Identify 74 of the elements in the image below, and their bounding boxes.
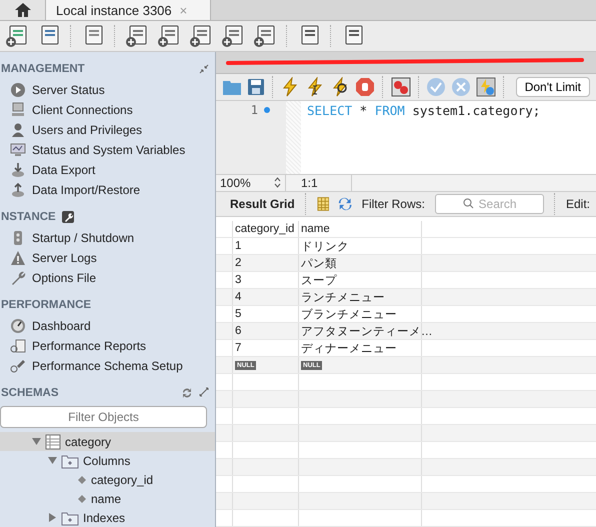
tools-icon [10,358,26,374]
navigator-item[interactable]: Dashboard [0,316,215,336]
navigator-item[interactable]: Client Connections [0,100,215,120]
section-title: MANAGEMENT [1,63,85,75]
filter-field[interactable]: Filter Objects [0,406,207,428]
table-cell-text: アフタヌーンティーメ… [301,324,432,338]
home-button[interactable] [0,0,46,20]
folder-icon [61,452,79,468]
section-title: PERFORMANCE [1,299,92,311]
user-icon [10,122,26,138]
filter-rows-label: Filter Rows: [362,196,425,211]
code-line: SELECT * FROM system1.category; [306,102,540,120]
monitor-icon [10,142,26,158]
limit-dropdown[interactable]: Don't Limit [516,76,590,97]
tree-item[interactable]: name [0,489,215,508]
tree-item[interactable]: Indexes [0,508,215,527]
navigator-item[interactable]: Server Logs [0,248,215,268]
table-cell-text: ブランチメニュー [301,308,397,322]
edit-label: Edit: [566,196,590,211]
home-icon [14,3,30,17]
column-header[interactable]: category_id [233,221,299,237]
table-cell-text: ドリンク [301,240,349,254]
tree-item[interactable]: category [0,432,215,451]
download-icon [10,162,26,178]
report-icon [10,338,26,354]
warning-icon [10,250,26,266]
table-cell: 5 [235,308,242,320]
table-cell: 6 [235,325,242,337]
navigator-item[interactable]: Server Status [0,80,215,100]
expanded-arrow-icon[interactable] [32,437,41,446]
table-cell: 2 [235,257,242,269]
navigator-item[interactable]: Startup / Shutdown [0,228,215,248]
navigator-item[interactable]: Performance Reports [0,336,215,356]
statement-dot-icon [264,106,270,113]
table-cell: 1 [235,240,242,252]
table-cell: 4 [235,291,242,303]
expand-icon [199,387,209,397]
line-number: 1 [250,102,258,117]
table-cell: 7 [235,342,242,354]
computer-icon [10,102,26,118]
tree-item[interactable]: category_id [0,470,215,489]
refresh-icon [181,387,193,399]
cursor-position: 1:1 [301,176,318,190]
navigator-item[interactable]: Status and System Variables [0,140,215,160]
play-icon [10,82,26,98]
expanded-arrow-icon[interactable] [48,456,57,465]
table-cell-text: ランチメニュー [301,290,385,304]
result-grid-label: Result Grid [230,196,295,211]
collapsed-arrow-icon[interactable] [48,513,57,522]
navigator-item[interactable]: Users and Privileges [0,120,215,140]
gauge-icon [10,318,26,334]
wrench-icon [10,270,26,286]
section-title: NSTANCE [1,211,56,223]
collapse-icon [199,64,209,74]
connection-tab[interactable]: Local instance 3306 × [46,0,211,20]
navigator-item[interactable]: Options File [0,268,215,288]
folder-icon [61,510,79,526]
table-cell-text: ディナーメニュー [301,342,397,356]
wrench-badge-icon [62,211,74,223]
table-cell: 3 [235,274,242,286]
upload-icon [10,182,26,198]
table-icon [45,434,61,450]
search-icon [462,198,474,210]
table-cell-text: パン類 [301,256,337,270]
column-header[interactable]: name [299,221,422,237]
stepper-arrows-icon [274,177,281,188]
tree-item[interactable]: Columns [0,451,215,470]
navigator-item[interactable]: Performance Schema Setup [0,356,215,376]
zoom-stepper[interactable]: 100% [216,174,286,191]
navigator-item[interactable]: Data Export [0,160,215,180]
grid-view-icon [316,196,330,212]
table-cell-text: スープ [301,273,337,288]
section-title: SCHEMAS [1,387,59,399]
navigator-item[interactable]: Data Import/Restore [0,180,215,200]
